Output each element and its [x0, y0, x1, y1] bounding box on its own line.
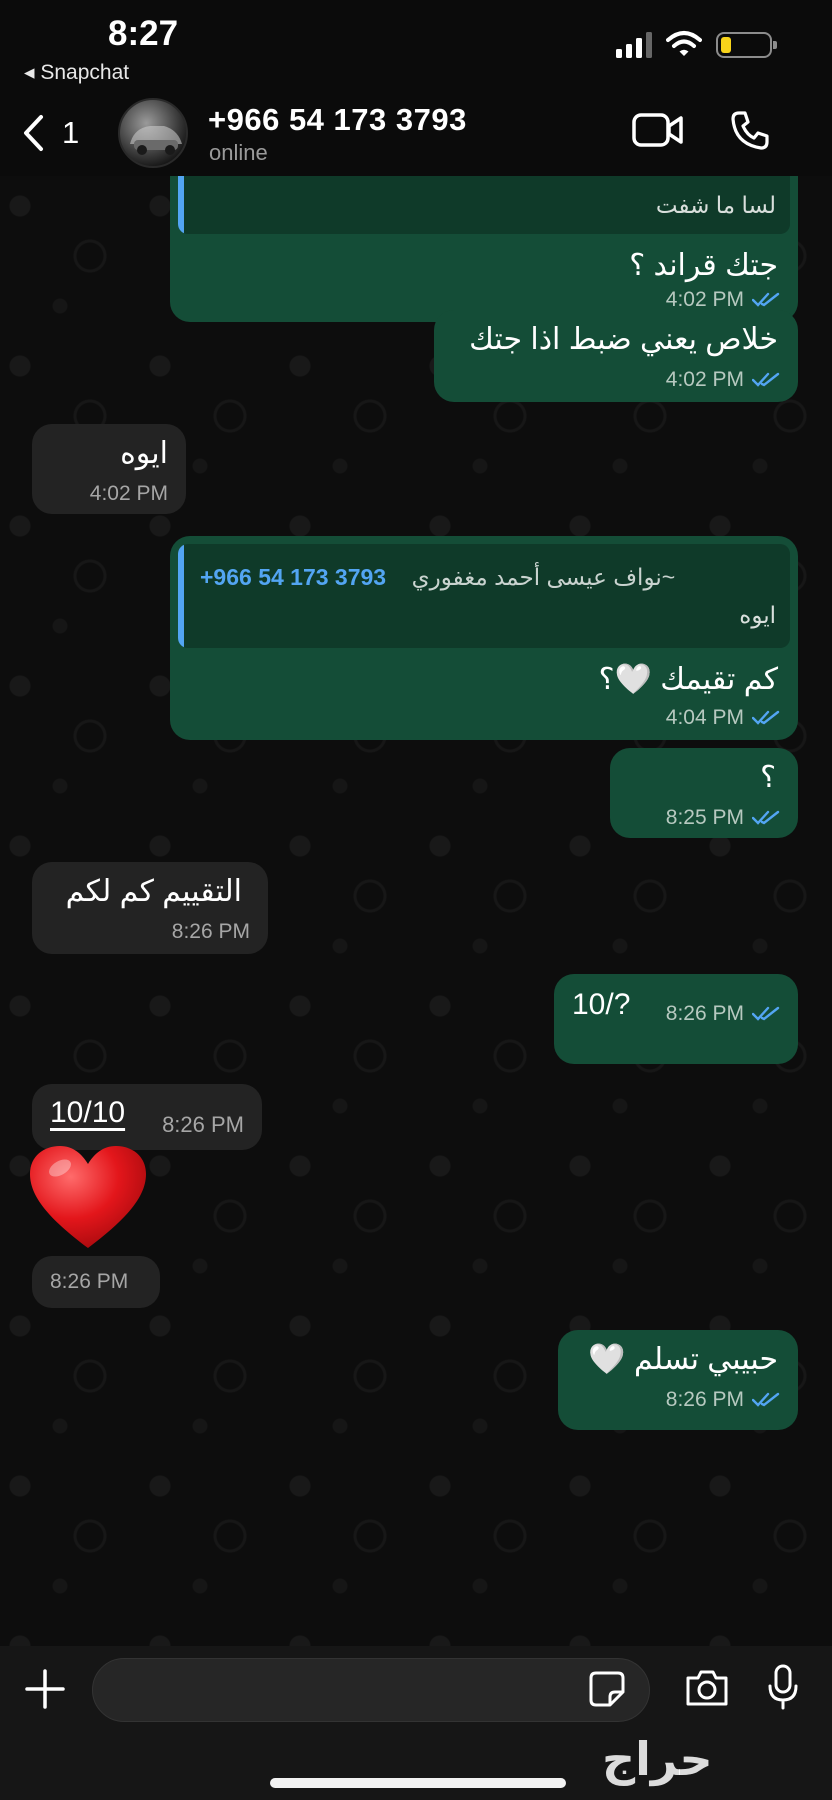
message-outgoing[interactable]: ؟ 8:25 PM [610, 748, 798, 838]
red-heart-emoji[interactable] [28, 1144, 148, 1254]
message-outgoing[interactable]: حبيبي تسلم 🤍 8:26 PM [558, 1330, 798, 1430]
attach-button[interactable] [24, 1668, 66, 1715]
message-time: 4:02 PM [665, 368, 744, 391]
message-outgoing[interactable]: +966 54 173 3793 ~نواف عيسى أحمد مغفوري … [170, 536, 798, 740]
voice-record-button[interactable] [766, 1664, 800, 1715]
message-text: جتك قراند ؟ [629, 249, 778, 282]
double-tick-icon [752, 372, 780, 387]
signal-icon [616, 32, 652, 58]
message-time: 8:26 PM [171, 920, 250, 943]
sticker-icon [589, 1671, 625, 1707]
message-time: 8:26 PM [665, 1388, 744, 1411]
message-incoming[interactable]: ايوه 4:02 PM [32, 424, 186, 514]
quoted-message[interactable]: +966 54 173 3793 ~نواف عيسى أحمد مغفوري … [178, 544, 790, 648]
chat-header: 1 +966 54 173 3793 online [0, 90, 832, 176]
quoted-text: ايوه [739, 602, 776, 628]
wifi-icon [666, 31, 702, 56]
message-time: 8:26 PM [50, 1270, 129, 1293]
back-chevron-icon [24, 115, 43, 151]
message-incoming[interactable]: التقييم كم لكم 8:26 PM [32, 862, 268, 954]
mic-icon [768, 1664, 798, 1710]
double-tick-icon [752, 1392, 780, 1407]
message-outgoing[interactable]: خلاص يعني ضبط اذا جتك 4:02 PM [434, 310, 798, 402]
status-time: 8:27 [108, 14, 179, 53]
unread-count: 1 [62, 115, 80, 150]
battery-icon [716, 32, 777, 58]
message-meta: 8:26 PM [666, 1002, 780, 1026]
message-meta: 8:26 PM [50, 1270, 128, 1294]
sticker-button[interactable] [588, 1670, 626, 1713]
avatar-car-image [130, 126, 182, 155]
voice-call-icon [731, 111, 769, 150]
voice-call-button[interactable] [730, 110, 770, 155]
chat-area[interactable]: لسا ما شفت جتك قراند ؟ 4:02 PM خلاص يعني… [0, 176, 832, 1646]
message-time: 4:02 PM [665, 288, 744, 311]
camera-button[interactable] [684, 1668, 730, 1713]
double-tick-icon [752, 292, 780, 307]
message-incoming[interactable]: 10/10 8:26 PM [32, 1084, 262, 1150]
watermark-logo: حراج [602, 1733, 715, 1785]
message-time: 8:26 PM [162, 1112, 244, 1137]
message-time: 4:02 PM [89, 482, 168, 505]
back-to-app-link[interactable]: ◂ Snapchat [24, 60, 129, 85]
message-time: 8:26 PM [665, 1002, 744, 1025]
message-outgoing[interactable]: 10/? 8:26 PM [554, 974, 798, 1064]
message-meta: 8:26 PM [172, 920, 250, 944]
quoted-text: لسا ما شفت [655, 192, 776, 218]
double-tick-icon [752, 710, 780, 725]
message-text: 10/? [572, 988, 631, 1021]
contact-status: online [209, 140, 268, 165]
video-call-button[interactable] [632, 112, 684, 153]
message-text: كم تقيمك 🤍؟ [598, 663, 778, 696]
message-text: حبيبي تسلم 🤍 [588, 1343, 778, 1376]
message-incoming[interactable]: 8:26 PM [32, 1256, 160, 1308]
avatar[interactable] [118, 98, 188, 168]
message-meta: 4:02 PM [666, 368, 780, 392]
battery-level [721, 37, 731, 53]
status-icons [616, 30, 777, 58]
message-time: 8:25 PM [665, 806, 744, 829]
composer-bar: حراج [0, 1646, 832, 1800]
quoted-author-phone: +966 54 173 3793 [200, 564, 387, 590]
message-text: خلاص يعني ضبط اذا جتك [469, 323, 778, 356]
quoted-author-name: ~نواف عيسى أحمد مغفوري [411, 564, 676, 590]
message-input[interactable] [92, 1658, 650, 1722]
home-indicator[interactable] [270, 1778, 566, 1788]
back-button[interactable]: 1 [22, 114, 79, 152]
message-meta: 4:02 PM [666, 288, 780, 312]
double-tick-icon [752, 1006, 780, 1021]
double-tick-icon [752, 810, 780, 825]
camera-icon [686, 1670, 728, 1706]
message-text: التقييم كم لكم [65, 875, 242, 908]
message-outgoing[interactable]: لسا ما شفت جتك قراند ؟ 4:02 PM [170, 176, 798, 322]
video-call-icon [632, 113, 683, 147]
message-text: ؟ [760, 761, 776, 794]
message-meta: 4:02 PM [90, 482, 168, 506]
message-text: ايوه [120, 437, 168, 470]
quoted-author: +966 54 173 3793 ~نواف عيسى أحمد مغفوري [200, 564, 675, 591]
plus-icon [25, 1669, 65, 1709]
message-meta: 8:26 PM [162, 1112, 244, 1138]
contact-name[interactable]: +966 54 173 3793 [208, 102, 467, 138]
message-meta: 8:26 PM [666, 1388, 780, 1412]
message-text: 10/10 [50, 1096, 126, 1129]
message-meta: 8:25 PM [666, 806, 780, 830]
message-time: 4:04 PM [665, 706, 744, 729]
quoted-message[interactable]: لسا ما شفت [178, 176, 790, 234]
message-meta: 4:04 PM [666, 706, 780, 730]
